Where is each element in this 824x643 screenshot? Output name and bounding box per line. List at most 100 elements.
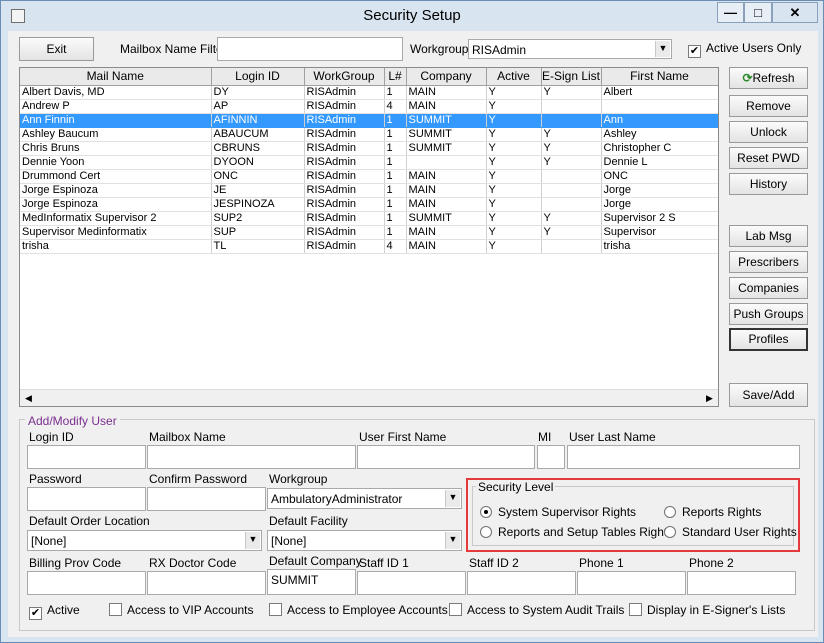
active-checkbox[interactable]: ✔ Active <box>29 603 80 620</box>
billing-prov-code-label: Billing Prov Code <box>29 556 122 570</box>
password-input[interactable] <box>27 487 146 511</box>
table-cell: RISAdmin <box>304 183 385 198</box>
workgroup-select[interactable]: AmbulatoryAdministrator ▼ <box>267 488 462 509</box>
unlock-button[interactable]: Unlock <box>729 121 808 143</box>
workgroup-filter-value: RISAdmin <box>472 43 527 57</box>
minimize-button[interactable]: — <box>717 2 744 23</box>
companies-button[interactable]: Companies <box>729 277 808 299</box>
table-cell: SUMMIT <box>406 113 487 128</box>
login-id-input[interactable] <box>27 445 146 469</box>
default-facility-select[interactable]: [None] ▼ <box>267 530 462 551</box>
table-row[interactable]: Ashley Baucum ABAUCUM RISAdmin 1 SUMMIT Y Y Ash… <box>20 127 718 142</box>
table-row[interactable]: Jorge Espinoza JE RISAdmin 1 MAIN Y Jorge <box>20 183 718 198</box>
phone1-input[interactable] <box>577 571 686 595</box>
scroll-thumb[interactable] <box>37 392 701 404</box>
table-row[interactable]: Dennie Yoon DYOON RISAdmin 1 Y Y Dennie L <box>20 155 718 170</box>
history-button[interactable]: History <box>729 173 808 195</box>
table-cell: Drummond Cert <box>20 169 212 184</box>
table-cell: Y <box>486 211 542 226</box>
mailbox-filter-input[interactable] <box>217 37 403 61</box>
mi-input[interactable] <box>537 445 565 469</box>
chevron-down-icon[interactable]: ▼ <box>445 532 460 549</box>
column-header[interactable]: WorkGroup <box>304 68 385 86</box>
profiles-button[interactable]: Profiles <box>729 328 808 351</box>
esigner-lists-checkbox[interactable]: Display in E-Signer's Lists <box>629 603 785 617</box>
maximize-button[interactable]: □ <box>744 2 772 23</box>
table-cell: MAIN <box>406 169 487 184</box>
table-cell: Christopher C <box>601 141 718 156</box>
table-cell: Y <box>486 225 542 240</box>
title-bar[interactable]: Security Setup — □ ✕ <box>1 1 823 31</box>
mailbox-name-input[interactable] <box>147 445 356 469</box>
prescribers-button[interactable]: Prescribers <box>729 251 808 273</box>
security-setup-window: Security Setup — □ ✕ Exit Mailbox Name F… <box>0 0 824 643</box>
user-last-name-input[interactable] <box>567 445 800 469</box>
table-row[interactable]: trisha TL RISAdmin 4 MAIN Ytrisha <box>20 239 718 254</box>
refresh-button[interactable]: ⟳Refresh <box>729 67 808 89</box>
system-audit-trails-checkbox[interactable]: Access to System Audit Trails <box>449 603 624 617</box>
table-cell: Jorge Espinoza <box>20 183 212 198</box>
billing-prov-code-input[interactable] <box>27 571 146 595</box>
users-grid[interactable]: Mail Name Login ID WorkGroup L# Company Activ… <box>19 67 719 407</box>
radio-standard-user[interactable]: Standard User Rights <box>664 525 797 539</box>
table-row[interactable]: Andrew P AP RISAdmin 4 MAIN Y <box>20 99 718 114</box>
chevron-down-icon[interactable]: ▼ <box>655 41 670 57</box>
scroll-left-icon[interactable]: ◀ <box>20 390 37 406</box>
default-order-location-value: [None] <box>31 534 67 548</box>
column-header[interactable]: Company <box>406 68 487 86</box>
workgroup-filter-select[interactable]: RISAdmin ▼ <box>468 39 672 59</box>
table-cell: AFINNIN <box>211 113 305 128</box>
table-cell: Supervisor 2 S <box>601 211 718 226</box>
table-row[interactable]: Supervisor Medinformatix SUP RISAdmin 1 MAIN… <box>20 225 718 240</box>
radio-reports-setup[interactable]: Reports and Setup Tables Rights <box>480 525 673 539</box>
table-cell: Y <box>486 197 542 212</box>
confirm-password-input[interactable] <box>147 487 266 511</box>
table-cell <box>541 99 602 114</box>
radio-reports-rights[interactable]: Reports Rights <box>664 505 761 519</box>
exit-button[interactable]: Exit <box>19 37 94 61</box>
default-facility-label: Default Facility <box>269 514 348 528</box>
active-users-only-checkbox[interactable]: ✔ Active Users Only <box>688 41 801 58</box>
staff-id1-label: Staff ID 1 <box>359 556 409 570</box>
phone2-input[interactable] <box>687 571 796 595</box>
column-header[interactable]: Mail Name <box>20 68 212 86</box>
table-row[interactable]: Jorge Espinoza JESPINOZA RISAdmin 1 MAIN Y Jor… <box>20 197 718 212</box>
horizontal-scrollbar[interactable]: ◀ ▶ <box>20 389 718 406</box>
chevron-down-icon[interactable]: ▼ <box>445 490 460 507</box>
staff-id2-input[interactable] <box>467 571 576 595</box>
radio-unselected-icon <box>664 526 676 538</box>
column-header[interactable]: First Name <box>601 68 718 86</box>
table-cell: RISAdmin <box>304 239 385 254</box>
column-header[interactable]: Active <box>486 68 542 86</box>
radio-system-supervisor[interactable]: System Supervisor Rights <box>480 505 636 519</box>
workgroup-label: Workgroup <box>269 472 328 486</box>
default-company-input[interactable]: SUMMIT <box>267 569 356 595</box>
push-groups-button[interactable]: Push Groups <box>729 303 808 325</box>
table-row[interactable]: Chris Bruns CBRUNS RISAdmin 1 SUMMIT Y Y Christ… <box>20 141 718 156</box>
staff-id1-input[interactable] <box>357 571 466 595</box>
user-first-name-input[interactable] <box>357 445 535 469</box>
close-button[interactable]: ✕ <box>772 2 818 23</box>
table-row[interactable]: Ann Finnin AFINNIN RISAdmin 1 SUMMIT Y Ann <box>20 113 718 128</box>
chevron-down-icon[interactable]: ▼ <box>245 532 260 549</box>
column-header[interactable]: E-Sign List <box>541 68 602 86</box>
table-row[interactable]: Drummond Cert ONC RISAdmin 1 MAIN Y ONC <box>20 169 718 184</box>
table-cell: RISAdmin <box>304 211 385 226</box>
table-cell: DY <box>211 85 305 100</box>
table-row[interactable]: Albert Davis, MD DY RISAdmin 1 MAIN Y Y Albert <box>20 85 718 100</box>
reset-pwd-button[interactable]: Reset PWD <box>729 147 808 169</box>
table-row[interactable]: MedInformatix Supervisor 2 SUP2 RISAdmin 1 S… <box>20 211 718 226</box>
remove-button[interactable]: Remove <box>729 95 808 117</box>
vip-accounts-checkbox[interactable]: Access to VIP Accounts <box>109 603 254 617</box>
rx-doctor-code-input[interactable] <box>147 571 266 595</box>
table-cell: Ann <box>601 113 718 128</box>
employee-accounts-checkbox[interactable]: Access to Employee Accounts <box>269 603 448 617</box>
lab-msg-button[interactable]: Lab Msg <box>729 225 808 247</box>
save-add-button[interactable]: Save/Add <box>729 383 808 407</box>
table-cell <box>601 99 718 114</box>
default-order-location-select[interactable]: [None] ▼ <box>27 530 262 551</box>
scroll-right-icon[interactable]: ▶ <box>701 390 718 406</box>
column-header[interactable]: Login ID <box>211 68 305 86</box>
column-header[interactable]: L# <box>384 68 407 86</box>
table-cell: Andrew P <box>20 99 212 114</box>
